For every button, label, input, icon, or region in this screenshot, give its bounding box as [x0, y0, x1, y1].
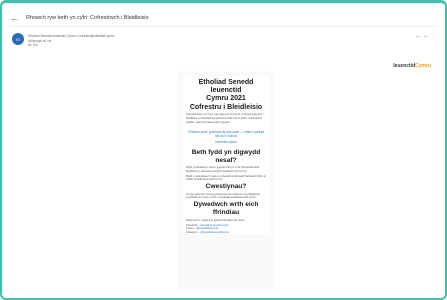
- logo-accent: Cymru: [415, 63, 431, 69]
- email-subject: Rhowch ryw beth yn cyfri: Cofrestrwch i …: [26, 15, 149, 21]
- register-url-link[interactable]: cofrestru.cymru: [186, 140, 266, 145]
- instagram-link[interactable]: @seneddieuenctidcymru: [200, 231, 229, 234]
- section-what-next-text-a: Bydd yr etholiad yn cael ei gynnal rhwng…: [186, 166, 260, 173]
- brand-logo: IeuenctidCymru: [393, 63, 431, 69]
- email-actions: ↩ ↪ ⋮: [416, 34, 435, 39]
- section-what-next-title: Beth fydd yn digwydd nesaf?: [191, 148, 261, 164]
- sender-row: EI Etholiad Senedd Ieuenctid Cymru • cof…: [12, 31, 435, 53]
- intro-paragraph: Gall pobl ifanc sy'n byw yng Nghymru rhw…: [186, 113, 264, 124]
- instagram-label: Instagram –: [186, 230, 200, 234]
- section-questions-title: Cwestiynau?: [205, 183, 247, 191]
- section-questions-text: Os oes gennych unrhyw gwestiynau am gofr…: [186, 192, 261, 200]
- logo-text: Ieuenctid: [393, 63, 416, 69]
- sender-details: Etholiad Senedd Ieuenctid Cymru • cofres…: [28, 34, 115, 48]
- email-subtitle: Cofrestru i Bleidleisio: [189, 103, 263, 111]
- more-icon[interactable]: ⋮: [431, 34, 435, 39]
- email-title-line2: Cymru 2021: [206, 95, 246, 103]
- header-divider: [10, 26, 437, 27]
- register-link[interactable]: Cliciwch yma i gofrestru ar-lein nawr — …: [186, 130, 266, 140]
- email-window: ← Rhowch ryw beth yn cyfri: Cofrestrwch …: [0, 0, 447, 300]
- section-share-title: Dywedwch wrth eich ffrindiau: [193, 201, 259, 217]
- section-share-text: Rhannwch y neges hon gyda'ch ffrindiau a…: [186, 218, 246, 222]
- sender-name: Etholiad Senedd Ieuenctid Cymru • cofres…: [28, 34, 115, 38]
- forward-icon[interactable]: ↪: [424, 34, 427, 39]
- section-what-next-text-b: Bydd y canlyniadau'n cael eu cyhoeddi ar…: [186, 174, 266, 182]
- twitter-label: Twitter –: [186, 227, 196, 231]
- sender-to: At: Chi: [28, 43, 38, 48]
- email-body: Etholiad Senedd Ieuenctid Cymru 2021 Cof…: [178, 71, 274, 291]
- instagram-row: Instagram – @seneddieuenctidcymru: [186, 231, 266, 235]
- email-title-line1: Etholiad Senedd Ieuenctid: [198, 79, 254, 95]
- reply-icon[interactable]: ↩: [416, 34, 419, 39]
- newsletter-card: Etholiad Senedd Ieuenctid Cymru 2021 Cof…: [183, 76, 269, 235]
- twitter-link[interactable]: @seneddieuenctid: [197, 227, 219, 230]
- email-header-bar: ← Rhowch ryw beth yn cyfri: Cofrestrwch …: [10, 11, 437, 25]
- sender-avatar: EI: [12, 33, 24, 45]
- back-arrow-icon[interactable]: ←: [10, 13, 20, 23]
